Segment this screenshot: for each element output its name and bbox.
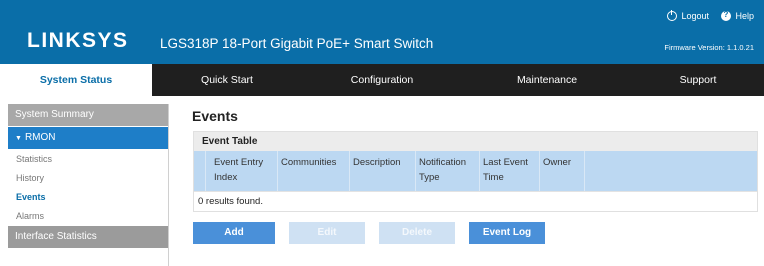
event-table: Event Table Event Entry Index Communitie… bbox=[193, 131, 758, 212]
table-caption: Event Table bbox=[194, 132, 757, 151]
help-link[interactable]: Help bbox=[721, 10, 754, 21]
event-log-button[interactable]: Event Log bbox=[469, 222, 545, 244]
tab-system-status[interactable]: System Status bbox=[0, 64, 152, 96]
column-header[interactable]: Description bbox=[350, 151, 416, 191]
select-column bbox=[194, 151, 206, 191]
sidebar-group-label: Interface Statistics bbox=[15, 231, 97, 242]
column-header[interactable]: Owner bbox=[540, 151, 585, 191]
column-header[interactable]: Notification Type bbox=[416, 151, 480, 191]
power-icon bbox=[667, 10, 678, 21]
sidebar-item-statistics[interactable]: Statistics bbox=[8, 150, 168, 169]
sidebar-item-events[interactable]: Events bbox=[8, 188, 168, 207]
tab-maintenance[interactable]: Maintenance bbox=[462, 64, 632, 96]
empty-message: 0 results found. bbox=[194, 191, 757, 211]
firmware-version: Firmware Version: 1.1.0.21 bbox=[664, 43, 754, 52]
logout-link[interactable]: Logout bbox=[667, 10, 709, 21]
action-buttons: Add Edit Delete Event Log bbox=[193, 222, 559, 244]
linksys-logo: LINKSYS bbox=[27, 29, 129, 52]
sidebar-group-rmon[interactable]: ▼ RMON bbox=[8, 127, 168, 149]
sidebar: System Summary ▼ RMON Statistics History … bbox=[8, 104, 169, 266]
edit-button[interactable]: Edit bbox=[289, 222, 365, 244]
logout-label: Logout bbox=[681, 11, 709, 21]
help-icon bbox=[721, 10, 732, 21]
sidebar-item-history[interactable]: History bbox=[8, 169, 168, 188]
filler-column bbox=[585, 151, 757, 191]
sidebar-group-interface-statistics[interactable]: Interface Statistics bbox=[8, 226, 168, 248]
column-header[interactable]: Event Entry Index bbox=[206, 151, 278, 191]
delete-button[interactable]: Delete bbox=[379, 222, 455, 244]
header-links: Logout Help bbox=[657, 10, 754, 23]
top-navigation: System Status Quick Start Configuration … bbox=[0, 64, 764, 96]
help-label: Help bbox=[735, 11, 754, 21]
column-header[interactable]: Communities bbox=[278, 151, 350, 191]
sidebar-group-label: System Summary bbox=[15, 109, 94, 120]
tab-quick-start[interactable]: Quick Start bbox=[152, 64, 302, 96]
header-bar: LINKSYS LGS318P 18-Port Gigabit PoE+ Sma… bbox=[0, 0, 764, 64]
add-button[interactable]: Add bbox=[193, 222, 275, 244]
column-header[interactable]: Last Event Time bbox=[480, 151, 540, 191]
product-title: LGS318P 18-Port Gigabit PoE+ Smart Switc… bbox=[160, 36, 434, 51]
sidebar-item-alarms[interactable]: Alarms bbox=[8, 207, 168, 226]
app-window: LINKSYS LGS318P 18-Port Gigabit PoE+ Sma… bbox=[0, 0, 764, 266]
caret-down-icon: ▼ bbox=[15, 135, 22, 142]
tab-support[interactable]: Support bbox=[632, 64, 764, 96]
tab-configuration[interactable]: Configuration bbox=[302, 64, 462, 96]
table-header: Event Entry Index Communities Descriptio… bbox=[194, 151, 757, 191]
sidebar-group-label: RMON bbox=[24, 132, 56, 143]
page-title: Events bbox=[192, 108, 238, 124]
sidebar-group-system-summary[interactable]: System Summary bbox=[8, 104, 168, 126]
